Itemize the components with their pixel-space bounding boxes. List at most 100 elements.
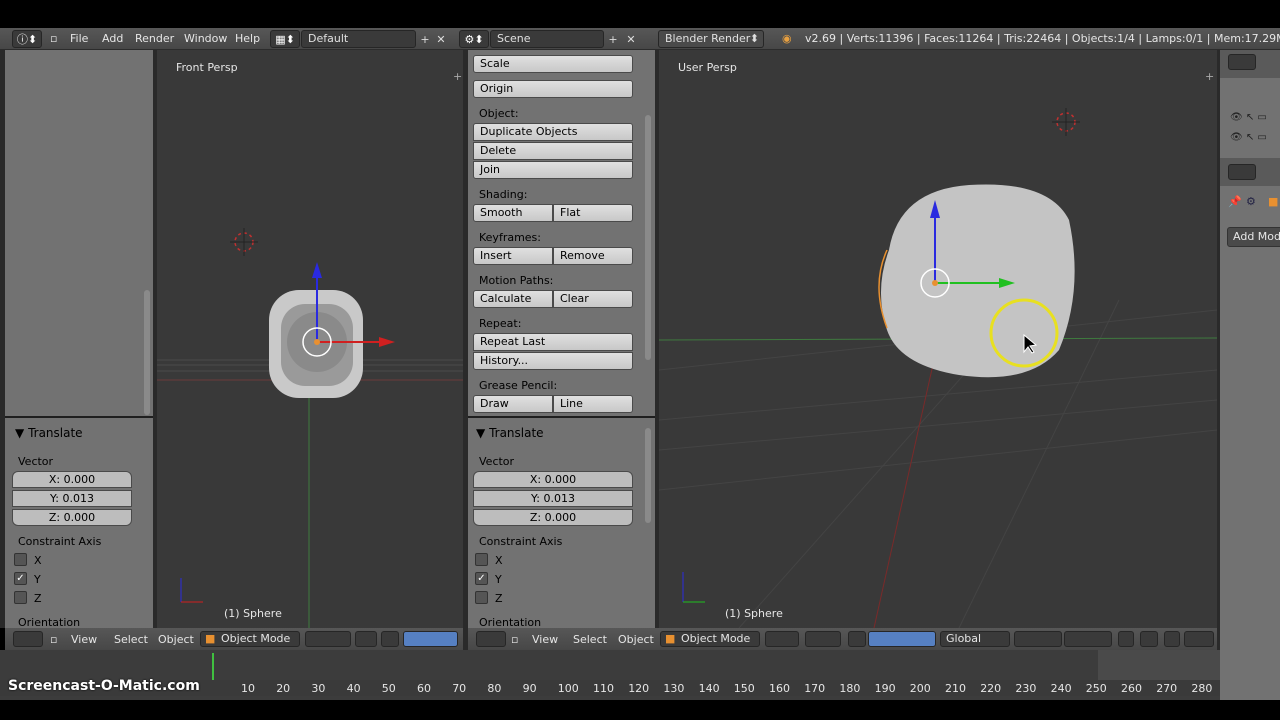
menu-object[interactable]: Object bbox=[158, 633, 194, 646]
manipulator-toggle-icon[interactable] bbox=[848, 631, 866, 647]
shading-select[interactable] bbox=[305, 631, 351, 647]
editor-type-icon[interactable] bbox=[476, 631, 506, 647]
remove-layout-icon[interactable]: ✕ bbox=[434, 30, 448, 48]
flat-button[interactable]: Flat bbox=[553, 204, 633, 222]
translate-panel-title[interactable]: ▼ Translate bbox=[15, 426, 83, 440]
timeline-tick-label: 180 bbox=[839, 682, 861, 695]
clear-button[interactable]: Clear bbox=[553, 290, 633, 308]
editor-type-icon[interactable] bbox=[13, 631, 43, 647]
menu-object[interactable]: Object bbox=[618, 633, 654, 646]
timeline-tick-label: 150 bbox=[733, 682, 755, 695]
constraint-y-checkbox[interactable]: ✓ bbox=[14, 572, 27, 585]
right-object-label: (1) Sphere bbox=[725, 607, 783, 620]
left-plus-icon[interactable]: + bbox=[453, 70, 462, 83]
blender-logo-icon: ◉ bbox=[782, 32, 792, 45]
visibility-eye-icon[interactable]: 👁 ↖ ▭ bbox=[1230, 112, 1267, 123]
menu-help[interactable]: Help bbox=[235, 32, 260, 45]
history-button[interactable]: History... bbox=[473, 352, 633, 370]
delete-button[interactable]: Delete bbox=[473, 142, 633, 160]
constraint-x-checkbox[interactable] bbox=[475, 553, 488, 566]
tools-scrollbar[interactable] bbox=[645, 115, 651, 360]
timeline-tick-label: 190 bbox=[874, 682, 896, 695]
vector-z-field[interactable]: Z: 0.000 bbox=[12, 509, 132, 526]
join-button[interactable]: Join bbox=[473, 161, 633, 179]
layers-grid-2[interactable] bbox=[1064, 631, 1112, 647]
menu-view[interactable]: View bbox=[532, 633, 558, 646]
pivot-icon[interactable] bbox=[355, 631, 377, 647]
menu-render[interactable]: Render bbox=[135, 32, 174, 45]
snap-target-icon[interactable] bbox=[1184, 631, 1214, 647]
properties-type-icon[interactable] bbox=[1228, 164, 1256, 180]
constraint-y-checkbox[interactable]: ✓ bbox=[475, 572, 488, 585]
smooth-button[interactable]: Smooth bbox=[473, 204, 553, 222]
repeat-last-button[interactable]: Repeat Last bbox=[473, 333, 633, 351]
constraint-x-label: X bbox=[34, 554, 42, 567]
manipulator-toggle-icon[interactable] bbox=[381, 631, 399, 647]
vector-z-field[interactable]: Z: 0.000 bbox=[473, 509, 633, 526]
layers-grid-1[interactable] bbox=[1014, 631, 1062, 647]
layout-select[interactable]: Default bbox=[301, 30, 416, 48]
toolshelf-scrollbar[interactable] bbox=[144, 290, 150, 415]
snap-icon[interactable] bbox=[1164, 631, 1180, 647]
add-modifier-button[interactable]: Add Modi bbox=[1227, 227, 1280, 247]
timeline-tick-label: 240 bbox=[1050, 682, 1072, 695]
origin-button[interactable]: Origin bbox=[473, 80, 633, 98]
outliner-type-icon[interactable] bbox=[1228, 54, 1256, 70]
pivot-icon[interactable] bbox=[805, 631, 841, 647]
remove-keyframe-button[interactable]: Remove bbox=[553, 247, 633, 265]
timeline-tick-label: 250 bbox=[1085, 682, 1107, 695]
line-button[interactable]: Line bbox=[553, 395, 633, 413]
transform-manipulators-icon[interactable] bbox=[868, 631, 936, 647]
transform-manipulators-icon[interactable] bbox=[403, 631, 458, 647]
pin-icon[interactable]: 📌 bbox=[1228, 195, 1242, 208]
constraint-z-checkbox[interactable] bbox=[475, 591, 488, 604]
collapse-triangle-icon: ▼ bbox=[15, 426, 25, 440]
menu-file[interactable]: File bbox=[70, 32, 88, 45]
menu-add[interactable]: Add bbox=[102, 32, 123, 45]
modifier-context-icon[interactable]: ⚙ bbox=[1246, 195, 1256, 208]
translate-scrollbar[interactable] bbox=[645, 428, 651, 523]
proportional-edit-icon[interactable] bbox=[1140, 631, 1158, 647]
vector-x-field[interactable]: X: 0.000 bbox=[473, 471, 633, 488]
shading-select[interactable] bbox=[765, 631, 799, 647]
vector-y-field[interactable]: Y: 0.013 bbox=[473, 490, 633, 507]
left-object-label: (1) Sphere bbox=[224, 607, 282, 620]
editor-type-button[interactable]: ⓘ⬍ bbox=[12, 30, 42, 48]
orientation-select[interactable]: Global bbox=[940, 631, 1010, 647]
mode-select[interactable]: ■ Object Mode bbox=[660, 631, 760, 647]
info-header: ⓘ⬍ ▫ File Add Render Window Help ▦⬍ Defa… bbox=[0, 28, 1280, 50]
render-engine-select[interactable]: Blender Render ⬍ bbox=[658, 30, 764, 48]
calculate-button[interactable]: Calculate bbox=[473, 290, 553, 308]
collapse-icon[interactable]: ▫ bbox=[50, 32, 57, 45]
menu-select[interactable]: Select bbox=[114, 633, 148, 646]
menu-window[interactable]: Window bbox=[184, 32, 227, 45]
menu-select[interactable]: Select bbox=[573, 633, 607, 646]
mode-select[interactable]: ■ Object Mode bbox=[200, 631, 300, 647]
timeline-tick-label: 200 bbox=[909, 682, 931, 695]
timeline-tick-label: 260 bbox=[1121, 682, 1142, 695]
constraint-z-checkbox[interactable] bbox=[14, 591, 27, 604]
left-viewport[interactable]: Front Persp (1) Sphere + bbox=[157, 50, 463, 628]
add-scene-icon[interactable]: + bbox=[606, 30, 620, 48]
insert-keyframe-button[interactable]: Insert bbox=[473, 247, 553, 265]
visibility-eye-icon[interactable]: 👁 ↖ ▭ bbox=[1230, 132, 1267, 143]
scene-type-icon[interactable]: ⚙⬍ bbox=[459, 30, 489, 48]
collapse-icon[interactable]: ▫ bbox=[50, 633, 57, 646]
render-layer-icon[interactable] bbox=[1118, 631, 1134, 647]
collapse-icon[interactable]: ▫ bbox=[511, 633, 518, 646]
constraint-x-checkbox[interactable] bbox=[14, 553, 27, 566]
right-plus-icon[interactable]: + bbox=[1205, 70, 1214, 83]
duplicate-objects-button[interactable]: Duplicate Objects bbox=[473, 123, 633, 141]
menu-view[interactable]: View bbox=[71, 633, 97, 646]
remove-scene-icon[interactable]: ✕ bbox=[624, 30, 638, 48]
layout-type-icon[interactable]: ▦⬍ bbox=[270, 30, 300, 48]
draw-button[interactable]: Draw bbox=[473, 395, 553, 413]
scale-button[interactable]: Scale bbox=[473, 55, 633, 73]
scene-select[interactable]: Scene bbox=[490, 30, 604, 48]
add-layout-icon[interactable]: + bbox=[418, 30, 432, 48]
render-engine-label: Blender Render bbox=[665, 32, 751, 45]
right-viewport[interactable]: User Persp (1) Sphere + bbox=[659, 50, 1217, 628]
vector-y-field[interactable]: Y: 0.013 bbox=[12, 490, 132, 507]
translate-panel-title-center[interactable]: ▼ Translate bbox=[476, 426, 544, 440]
vector-x-field[interactable]: X: 0.000 bbox=[12, 471, 132, 488]
